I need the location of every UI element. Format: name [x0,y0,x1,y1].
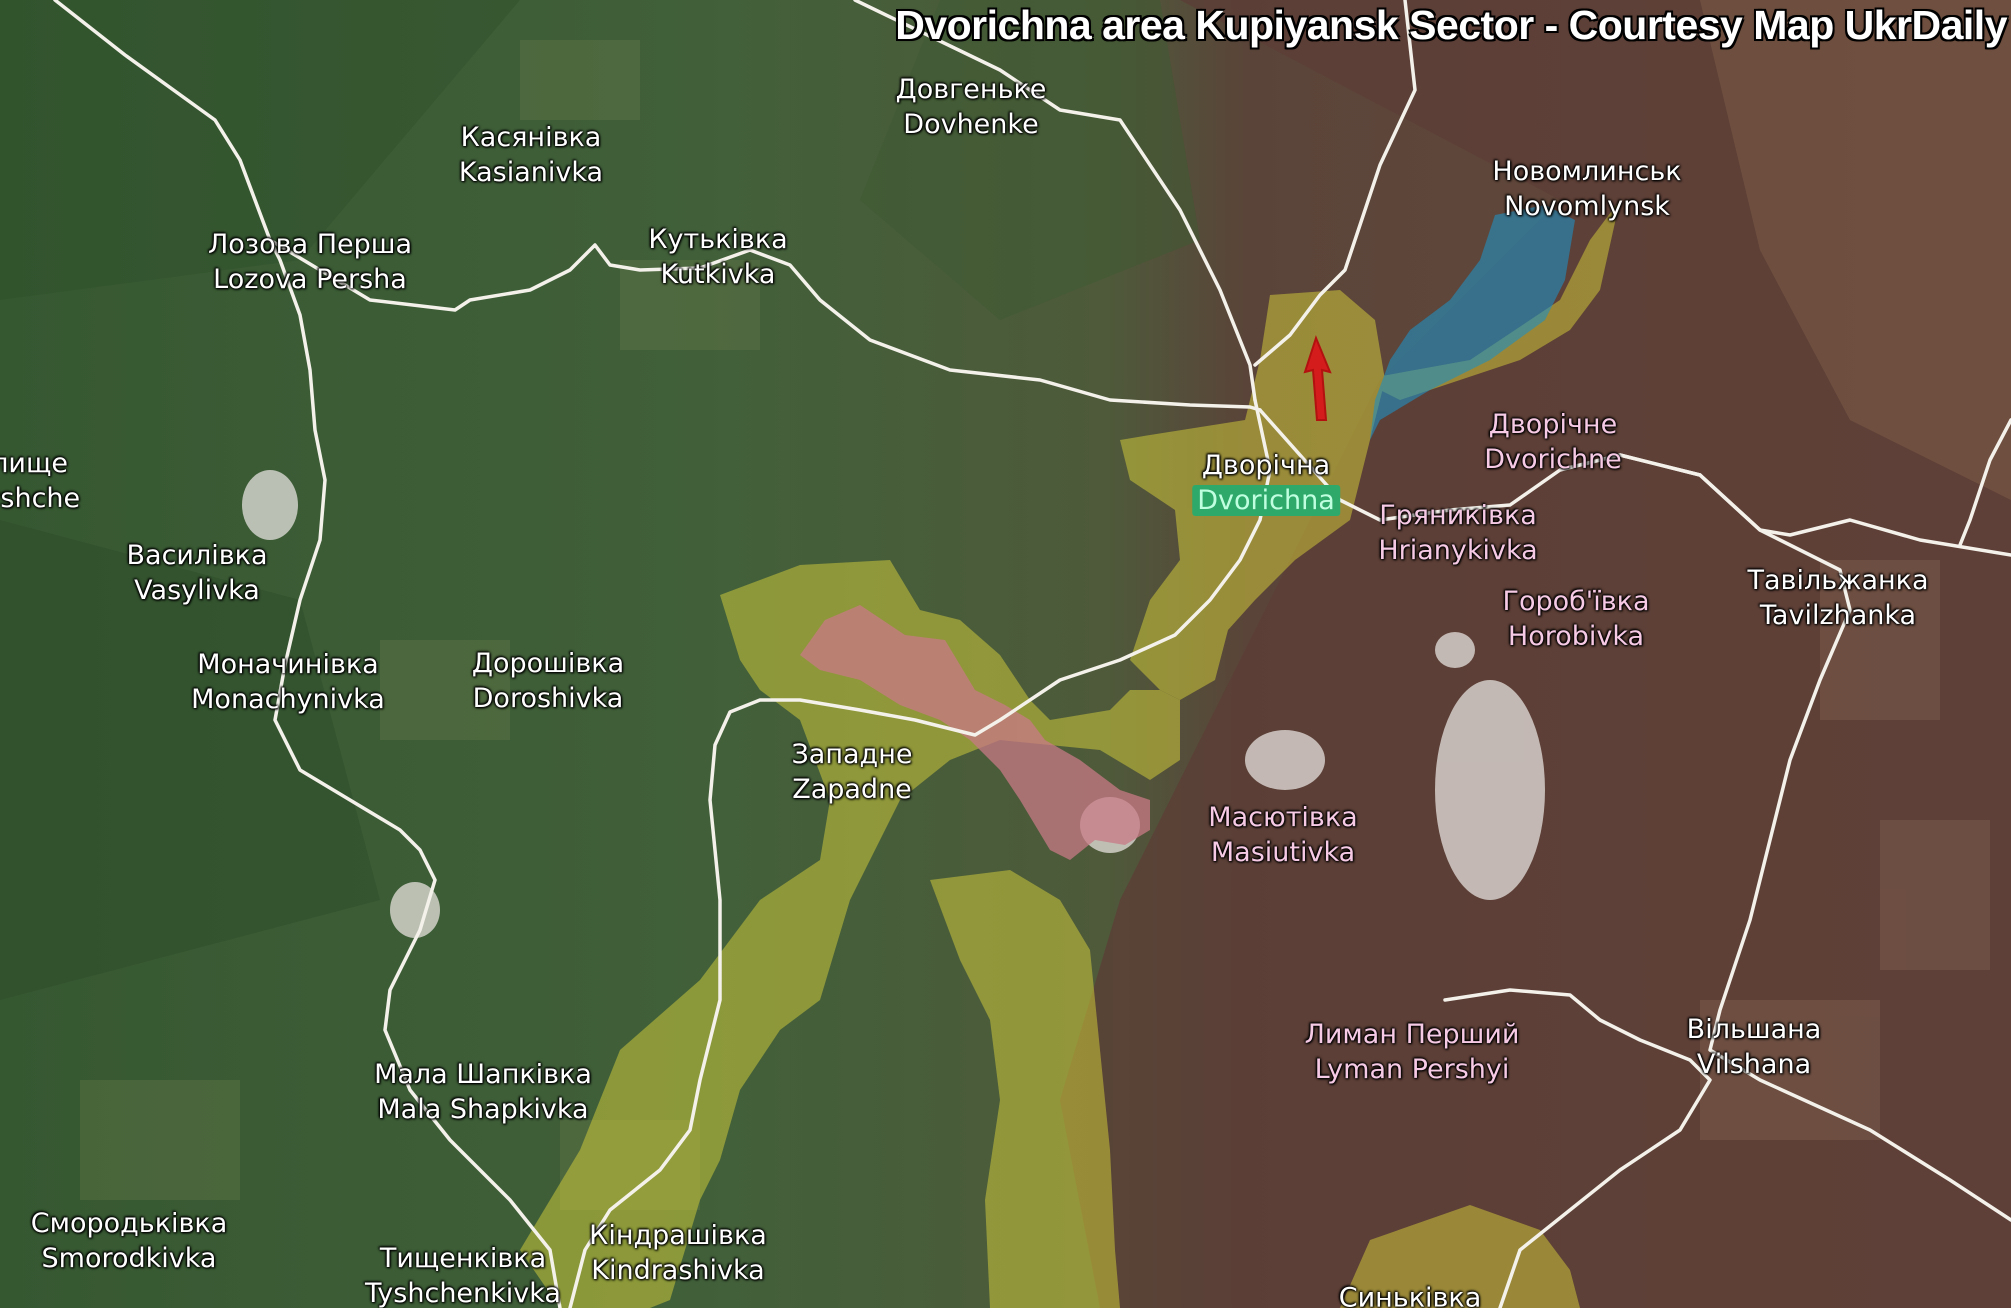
place-label-latin: Masiutivka [1210,837,1356,868]
place-label-latin: Dvorichna [1192,483,1340,518]
place-label-mala-shapkivka[interactable]: Мала Шапківка Mala Shapkivka [374,1057,592,1127]
place-label-local: Лозова Перша [207,229,413,260]
place-label-smorodkivka[interactable]: Смородьківка Smorodkivka [31,1206,228,1276]
place-label-latin: Smorodkivka [41,1243,217,1274]
place-label-latin: Horobivka [1507,621,1645,652]
place-label-hrianykivka[interactable]: Гряниківка Hrianykivka [1378,498,1537,568]
place-label-dvorichna[interactable]: Дворічна Dvorichna [1192,448,1340,518]
place-label-local: Тавільжанка [1747,565,1929,596]
place-label-local: Смородьківка [30,1208,228,1239]
place-label-local: Лиман Перший [1304,1019,1520,1050]
place-label-synkivka[interactable]: Синьківка [1339,1281,1482,1308]
place-label-local: Вільшана [1686,1014,1822,1045]
place-label-dovhenke[interactable]: Довгеньке Dovhenke [896,72,1047,142]
place-label-horobivka[interactable]: Гороб'ївка Horobivka [1503,584,1650,654]
place-label-tavilzhanka[interactable]: Тавільжанка Tavilzhanka [1748,563,1929,633]
place-label-local: Велище [0,448,69,479]
place-label-local: Тищенківка [379,1243,547,1274]
place-label-latin: Vilshana [1696,1049,1812,1080]
place-label-lyman-pershyi[interactable]: Лиман Перший Lyman Pershyi [1305,1017,1520,1087]
place-label-latin: Lozova Persha [213,264,407,295]
place-label-local: Гряниківка [1379,500,1537,531]
place-label-local: Дворічне [1488,409,1618,440]
place-label-local: Моначинівка [197,649,379,680]
place-label-kasianivka[interactable]: Касянівка Kasianivka [459,120,603,190]
place-label-latin: Mala Shapkivka [377,1094,589,1125]
place-label-latin: Dvorichne [1484,444,1622,475]
place-label-lozova-persha[interactable]: Лозова Перша Lozova Persha [208,227,412,297]
place-label-latin: Dovhenke [903,109,1039,140]
place-label-latin: Monachynivka [191,684,385,715]
place-label-doroshivka[interactable]: Дорошівка Doroshivka [472,646,624,716]
place-label-local: Дворічна [1201,450,1331,481]
place-label-latin: Lyman Pershyi [1314,1054,1510,1085]
map-view[interactable]: Dvorichna area Kupiyansk Sector - Courte… [0,0,2011,1308]
place-label-velyshche[interactable]: Велище Velyshche [0,446,80,516]
place-label-kindrashivka[interactable]: Кіндрашівка Kindrashivka [589,1218,767,1288]
place-label-latin: Tavilzhanka [1759,600,1917,631]
place-label-tyshchenkivka[interactable]: Тищенківка Tyshchenkivka [365,1241,561,1308]
place-label-local: Новомлинськ [1492,156,1682,187]
place-label-vilshana[interactable]: Вільшана Vilshana [1687,1012,1822,1082]
place-label-local: Кутьківка [648,224,788,255]
place-label-novomlynsk[interactable]: Новомлинськ Novomlynsk [1492,154,1681,224]
place-label-latin: Kasianivka [458,157,604,188]
place-label-dvorichne[interactable]: Дворічне Dvorichne [1484,407,1622,477]
place-label-local: Западне [791,739,913,770]
place-label-local: Довгеньке [895,74,1047,105]
place-label-latin: Doroshivka [472,683,624,714]
place-label-latin: Zapadne [792,774,912,805]
place-label-latin: Vasylivka [134,575,260,606]
place-label-local: Гороб'ївка [1502,586,1650,617]
place-label-local: Мала Шапківка [374,1059,592,1090]
place-label-kutkivka[interactable]: Кутьківка Kutkivka [648,222,787,292]
place-label-local: Масютівка [1208,802,1358,833]
place-label-latin: Kutkivka [660,259,776,290]
place-label-local: Кіндрашівка [589,1220,767,1251]
map-title: Dvorichna area Kupiyansk Sector - Courte… [895,2,2007,48]
place-label-latin: Velyshche [0,483,81,514]
place-label-latin: Hrianykivka [1378,535,1538,566]
place-label-local: Синьківка [1338,1282,1482,1308]
place-label-latin: Tyshchenkivka [365,1278,561,1308]
place-label-local: Дорошівка [471,648,625,679]
place-label-monachynivka[interactable]: Моначинівка Monachynivka [191,647,385,717]
place-label-latin: Novomlynsk [1504,191,1670,222]
place-label-local: Василівка [126,540,268,571]
place-label-vasylivka[interactable]: Василівка Vasylivka [127,538,268,608]
place-label-masiutivka[interactable]: Масютівка Masiutivka [1208,800,1357,870]
place-label-latin: Kindrashivka [591,1255,765,1286]
place-label-zapadne[interactable]: Западне Zapadne [792,737,913,807]
place-label-local: Касянівка [460,122,602,153]
